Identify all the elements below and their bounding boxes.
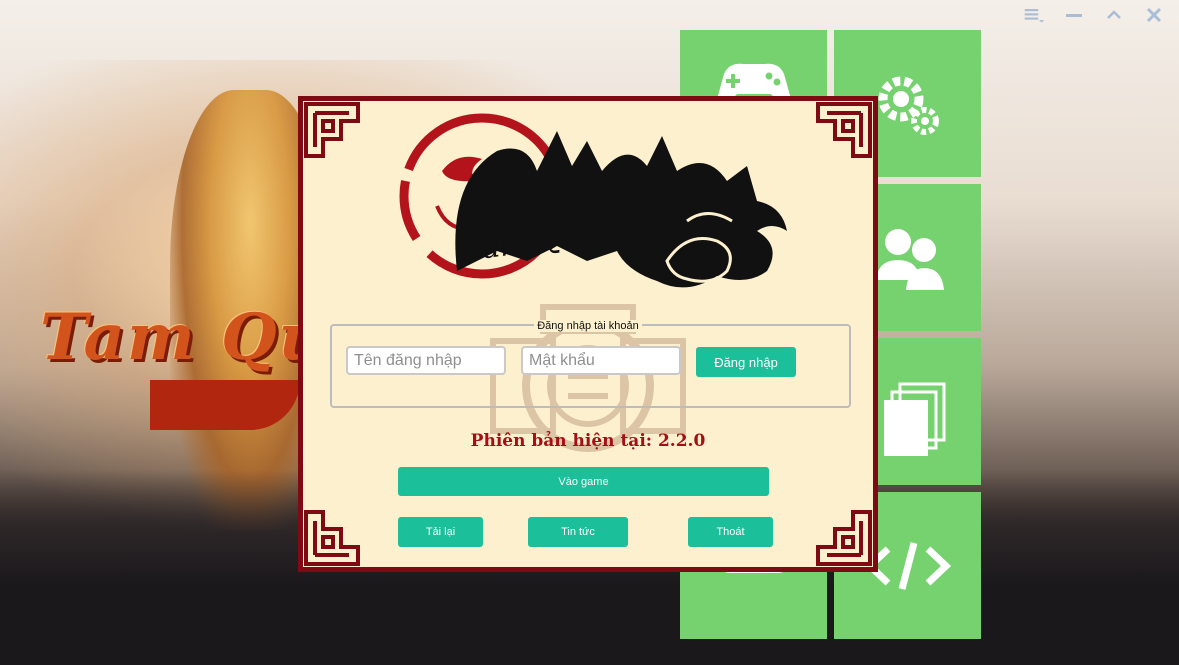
news-button[interactable]: Tin tức [528, 517, 628, 547]
minimize-icon[interactable] [1063, 4, 1085, 26]
username-input[interactable] [346, 346, 506, 375]
play-button[interactable]: Vào game [398, 467, 769, 496]
game-logo: Tam Quốc Sát [399, 113, 787, 288]
chevron-up-icon[interactable] [1103, 4, 1125, 26]
close-icon[interactable] [1143, 4, 1165, 26]
window-controls [1023, 4, 1165, 26]
corner-ornament [816, 510, 872, 566]
password-input[interactable] [521, 346, 681, 375]
corner-ornament [816, 102, 872, 158]
corner-ornament [304, 102, 360, 158]
reload-button[interactable]: Tải lại [398, 517, 483, 547]
exit-button[interactable]: Thoát [688, 517, 773, 547]
menu-icon[interactable] [1023, 4, 1045, 26]
corner-ornament [304, 510, 360, 566]
version-label: Phiên bản hiện tại: 2.2.0 [470, 431, 706, 451]
login-dialog: Tam Quốc Sát Đăng nhập tài khoản Đăng nh… [298, 96, 878, 572]
login-button[interactable]: Đăng nhập [696, 347, 796, 377]
